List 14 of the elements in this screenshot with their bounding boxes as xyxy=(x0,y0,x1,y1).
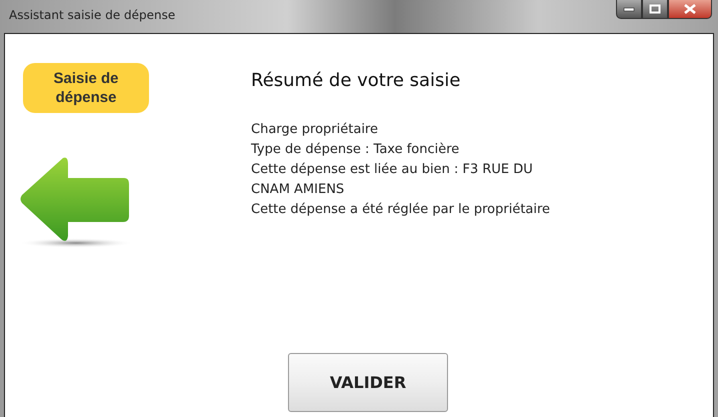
minimize-button[interactable] xyxy=(616,0,642,19)
summary-line: Type de dépense : Taxe foncière xyxy=(251,141,460,159)
summary-heading: Résumé de votre saisie xyxy=(251,70,462,91)
summary-line: Charge propriétaire xyxy=(251,121,379,139)
window-title: Assistant saisie de dépense xyxy=(9,8,176,22)
step-badge: Saisie de dépense xyxy=(23,63,149,113)
close-icon xyxy=(683,4,697,14)
maximize-icon xyxy=(648,4,662,14)
close-button[interactable] xyxy=(668,0,712,19)
summary-line: Cette dépense est liée au bien : F3 RUE DU CNAM AMIENS xyxy=(251,161,534,199)
maximize-button[interactable] xyxy=(642,0,668,19)
validate-button[interactable]: VALIDER xyxy=(288,353,448,412)
summary-line: Cette dépense a été réglée par le propriétaire xyxy=(251,201,552,219)
minimize-icon xyxy=(622,5,636,13)
